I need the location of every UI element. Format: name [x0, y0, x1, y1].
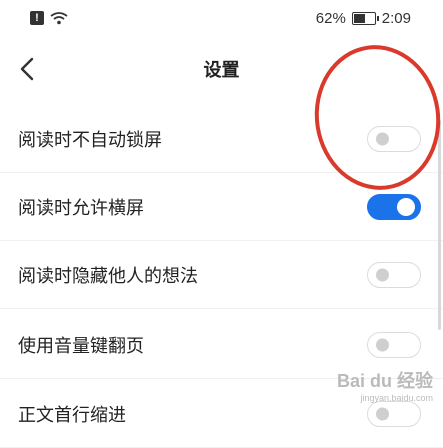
toggle-switch[interactable] [367, 400, 421, 427]
toggle-switch[interactable] [367, 193, 421, 220]
clock-time: 2:09 [381, 9, 411, 27]
setting-label: 阅读时隐藏他人的想法 [18, 265, 198, 287]
status-bar: ! 62% 2:09 [0, 0, 443, 36]
setting-label: 正文首行缩进 [18, 404, 126, 426]
watermark: Bai du 经验 jingyan.baidu.com [337, 367, 433, 403]
toggle-knob [376, 132, 389, 145]
setting-label: 阅读时不自动锁屏 [18, 129, 162, 151]
toggle-switch[interactable] [367, 331, 421, 358]
status-right: 62% 2:09 [316, 10, 411, 27]
battery-percent: 62% [315, 9, 346, 27]
toggle-knob [397, 197, 415, 216]
page-title: 设置 [203, 60, 240, 81]
toggle-knob [376, 268, 389, 281]
header: 设置 [0, 50, 443, 90]
battery-fill [353, 13, 365, 23]
watermark-text: Bai du 经验 [336, 371, 433, 391]
setting-label: 阅读时允许横屏 [18, 197, 144, 219]
alert-icon: ! [30, 11, 44, 25]
setting-row-allow-landscape: 阅读时允许横屏 [0, 173, 443, 241]
setting-label: 使用音量键翻页 [18, 335, 144, 357]
scrollbar[interactable] [438, 120, 441, 330]
wifi-icon [50, 12, 68, 25]
setting-row-no-auto-lock: 阅读时不自动锁屏 [0, 105, 443, 173]
toggle-switch[interactable] [367, 261, 421, 288]
watermark-sub: jingyan.baidu.com [360, 393, 433, 403]
toggle-knob [376, 338, 389, 351]
status-left: ! [30, 11, 68, 25]
battery-icon [351, 11, 379, 25]
setting-row-hide-others-thoughts: 阅读时隐藏他人的想法 [0, 241, 443, 309]
toggle-switch[interactable] [367, 125, 421, 152]
